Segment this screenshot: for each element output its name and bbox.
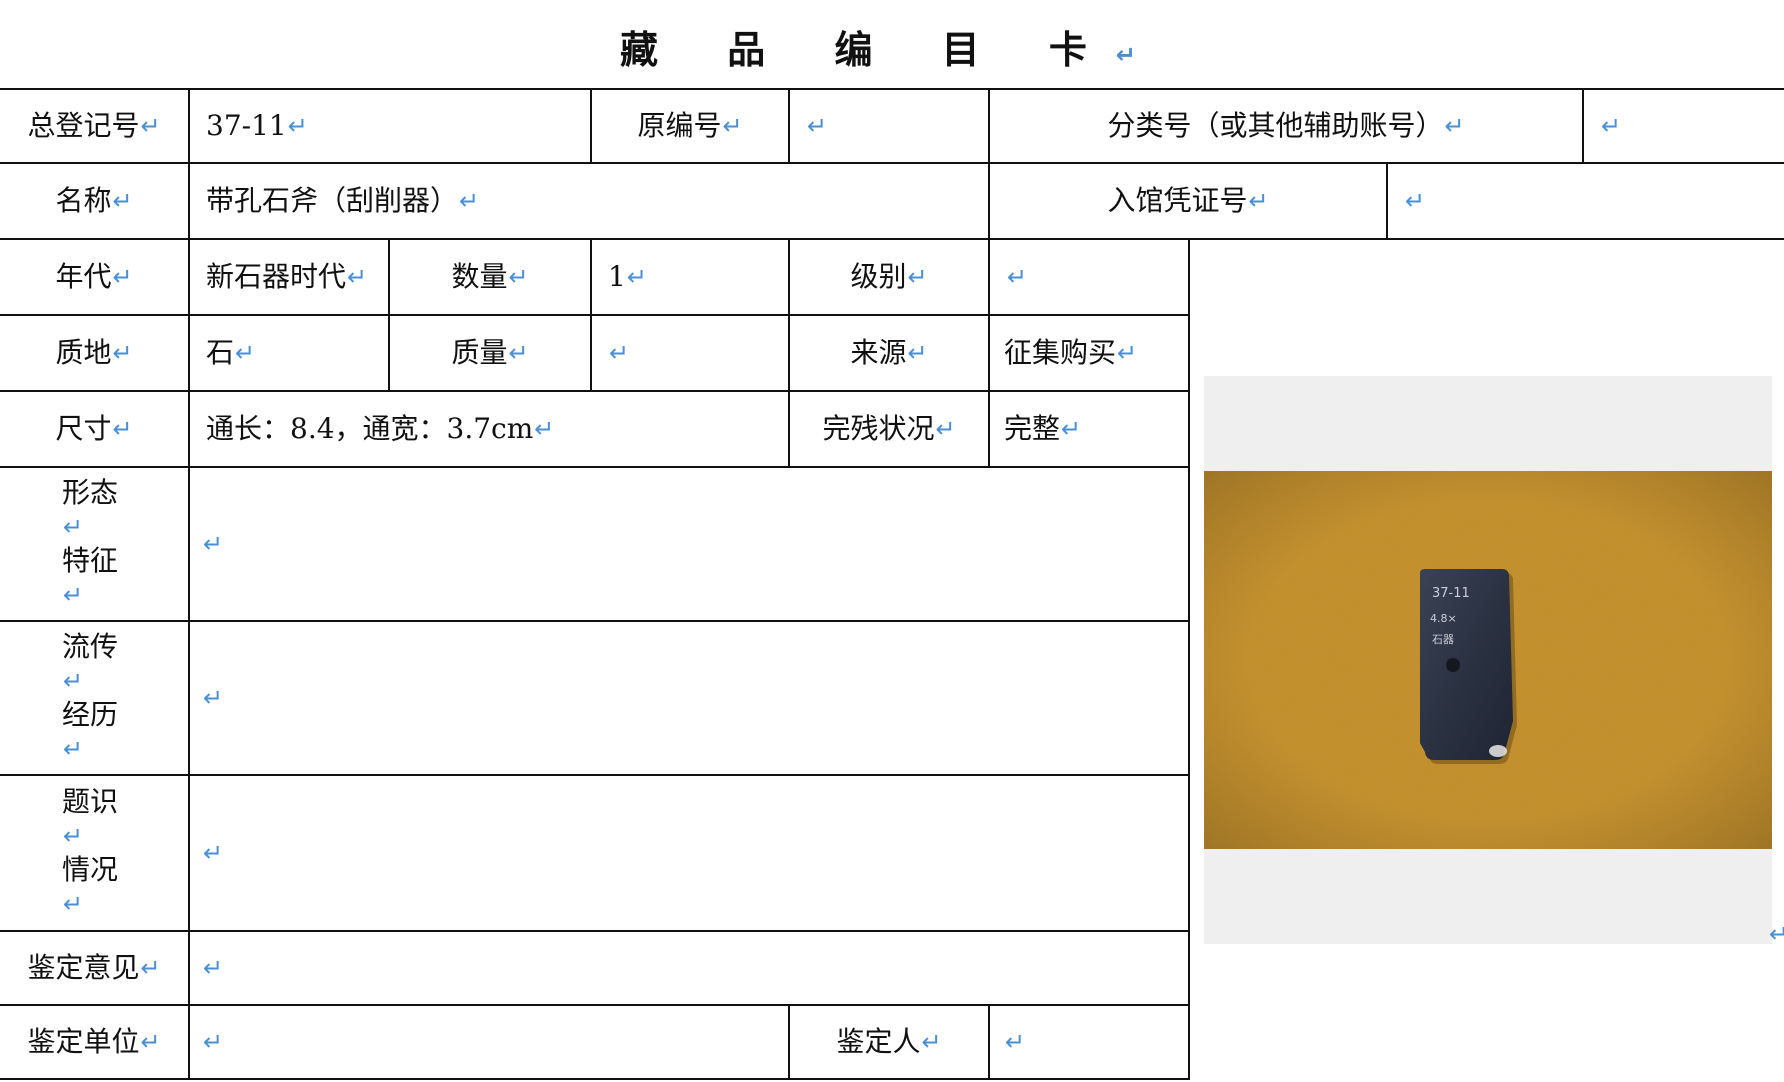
name-label: 名称 ↵ xyxy=(55,184,133,217)
return-mark-icon: ↵ xyxy=(140,1028,161,1056)
return-mark-icon: ↵ xyxy=(203,839,224,867)
era-label: 年代 ↵ xyxy=(55,260,133,293)
return-mark-icon: ↵ xyxy=(807,112,828,140)
return-mark-icon: ↵ xyxy=(1601,112,1622,140)
appraiser-label: 鉴定人 ↵ xyxy=(836,1025,942,1058)
return-mark-icon: ↵ xyxy=(921,1028,942,1056)
return-mark-icon: ↵ xyxy=(1444,112,1465,140)
return-mark-icon: ↵ xyxy=(203,684,224,712)
return-mark-icon: ↵ xyxy=(1115,41,1165,69)
classification-label: 分类号（或其他辅助账号） ↵ xyxy=(1107,109,1465,142)
quantity-label: 数量 ↵ xyxy=(451,260,529,293)
return-mark-icon: ↵ xyxy=(508,263,529,291)
return-mark-icon: ↵ xyxy=(1769,920,1784,948)
entry-voucher-label: 入馆凭证号 ↵ xyxy=(1107,184,1269,217)
card-title: 藏 品 编 目 卡↵ xyxy=(619,28,1165,72)
material-field[interactable]: 石 ↵ xyxy=(190,316,388,390)
return-mark-icon: ↵ xyxy=(112,263,133,291)
return-mark-icon: ↵ xyxy=(609,339,630,367)
return-mark-icon: ↵ xyxy=(63,890,84,918)
return-mark-icon: ↵ xyxy=(508,339,529,367)
inscription-label: 题识 ↵ 情况 ↵ xyxy=(0,776,188,930)
table-rule xyxy=(1188,238,1190,1080)
original-no-field[interactable]: ↵ xyxy=(790,90,988,162)
return-mark-icon: ↵ xyxy=(459,187,480,215)
return-mark-icon: ↵ xyxy=(1117,339,1138,367)
source-field[interactable]: 征集购买 ↵ xyxy=(990,316,1188,390)
return-mark-icon: ↵ xyxy=(63,513,84,541)
era-field[interactable]: 新石器时代 ↵ xyxy=(190,240,388,314)
appraisal-unit-label: 鉴定单位 ↵ xyxy=(27,1025,161,1058)
return-mark-icon: ↵ xyxy=(63,735,84,763)
appraiser-field[interactable]: ↵ xyxy=(990,1006,1188,1078)
registration-no-field[interactable]: 37-11 ↵ xyxy=(190,90,590,162)
return-mark-icon: ↵ xyxy=(203,954,224,982)
return-mark-icon: ↵ xyxy=(112,415,133,443)
return-mark-icon: ↵ xyxy=(907,263,928,291)
return-mark-icon: ↵ xyxy=(1061,415,1082,443)
return-mark-icon: ↵ xyxy=(907,339,928,367)
table-rule xyxy=(0,1078,1190,1080)
return-mark-icon: ↵ xyxy=(534,415,555,443)
return-mark-icon: ↵ xyxy=(347,263,368,291)
return-mark-icon: ↵ xyxy=(112,187,133,215)
return-mark-icon: ↵ xyxy=(63,822,84,850)
size-field[interactable]: 通长：8.4，通宽：3.7cm ↵ xyxy=(190,392,788,466)
size-label: 尺寸 ↵ xyxy=(55,412,133,445)
return-mark-icon: ↵ xyxy=(1405,187,1426,215)
appraisal-opinion-label: 鉴定意见 ↵ xyxy=(27,951,161,984)
return-mark-icon: ↵ xyxy=(63,667,84,695)
history-field[interactable]: ↵ xyxy=(190,622,1188,774)
return-mark-icon: ↵ xyxy=(1005,1028,1026,1056)
form-features-label: 形态 ↵ 特征 ↵ xyxy=(0,468,188,620)
entry-voucher-field[interactable]: ↵ xyxy=(1388,164,1784,238)
return-mark-icon: ↵ xyxy=(287,112,308,140)
history-label: 流传 ↵ 经历 ↵ xyxy=(0,622,188,774)
return-mark-icon: ↵ xyxy=(235,339,256,367)
stone-inscription-line: 石器 xyxy=(1432,633,1454,646)
return-mark-icon: ↵ xyxy=(140,112,161,140)
return-mark-icon: ↵ xyxy=(722,112,743,140)
tip-highlight xyxy=(1489,745,1507,757)
material-label: 质地 ↵ xyxy=(55,336,133,369)
return-mark-icon: ↵ xyxy=(203,1028,224,1056)
registration-no-label: 总登记号 ↵ xyxy=(27,109,161,142)
weight-field[interactable]: ↵ xyxy=(592,316,788,390)
name-field[interactable]: 带孔石斧（刮削器） ↵ xyxy=(190,164,988,238)
return-mark-icon: ↵ xyxy=(140,954,161,982)
return-mark-icon: ↵ xyxy=(112,339,133,367)
appraisal-opinion-field[interactable]: ↵ xyxy=(190,932,1188,1004)
return-mark-icon: ↵ xyxy=(1248,187,1269,215)
return-mark-icon: ↵ xyxy=(626,263,647,291)
form-features-field[interactable]: ↵ xyxy=(190,468,1188,620)
artifact-photo: 37-11 4.8× 石器 xyxy=(1204,471,1772,849)
stone-inscription-line: 37-11 xyxy=(1432,586,1470,601)
classification-field[interactable]: ↵ xyxy=(1584,90,1784,162)
grade-label: 级别 ↵ xyxy=(850,260,928,293)
source-label: 来源 ↵ xyxy=(850,336,928,369)
appraisal-unit-field[interactable]: ↵ xyxy=(190,1006,788,1078)
return-mark-icon: ↵ xyxy=(63,581,84,609)
return-mark-icon: ↵ xyxy=(935,415,956,443)
weight-label: 质量 ↵ xyxy=(451,336,529,369)
inscription-field[interactable]: ↵ xyxy=(190,776,1188,930)
quantity-field[interactable]: 1 ↵ xyxy=(592,240,788,314)
condition-field[interactable]: 完整 ↵ xyxy=(990,392,1188,466)
return-mark-icon: ↵ xyxy=(1007,263,1028,291)
original-no-label: 原编号 ↵ xyxy=(637,109,743,142)
stone-inscription-line: 4.8× xyxy=(1430,612,1457,625)
return-mark-icon: ↵ xyxy=(203,530,224,558)
drill-hole xyxy=(1446,658,1460,672)
condition-label: 完残状况 ↵ xyxy=(822,412,956,445)
grade-field[interactable]: ↵ xyxy=(990,240,1188,314)
